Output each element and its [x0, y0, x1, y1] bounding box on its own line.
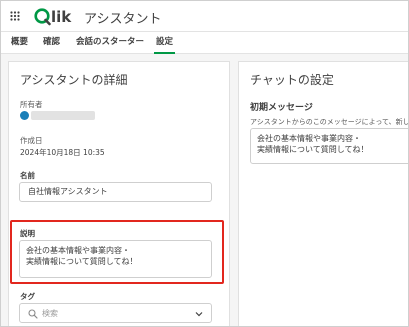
tab-settings[interactable]: 設定 — [154, 32, 176, 54]
tags-search-placeholder: 検索 — [42, 309, 58, 318]
top-bar: lik アシスタント — [1, 1, 408, 32]
app-title: アシスタント — [84, 12, 162, 27]
tags-dropdown[interactable]: 検索 — [19, 303, 212, 323]
initial-message-label: 初期メッセージ — [250, 103, 313, 113]
app-grid-icon[interactable] — [10, 11, 20, 21]
name-field[interactable]: 自社情報アシスタント — [19, 182, 212, 202]
chevron-down-icon[interactable] — [195, 310, 203, 318]
created-value: 2024年10月18日 10:35 — [20, 148, 105, 157]
details-title: アシスタントの詳細 — [20, 73, 128, 87]
description-highlight-box — [10, 220, 224, 284]
search-icon — [28, 309, 38, 319]
qlik-logo[interactable]: lik — [33, 6, 77, 26]
svg-text:lik: lik — [51, 8, 72, 26]
chat-settings-panel: チャットの設定 初期メッセージ アシスタントからのこのメッセージによって、新しい… — [238, 61, 409, 326]
assistant-details-panel: アシスタントの詳細 所有者 作成日 2024年10月18日 10:35 名前 自… — [8, 61, 230, 326]
created-label: 作成日 — [20, 136, 43, 145]
tab-overview[interactable]: 概要 — [11, 32, 28, 54]
owner-name-redacted — [31, 111, 95, 120]
initial-message-field[interactable]: 会社の基本情報や事業内容・ 実績情報について質問してね！ — [250, 128, 408, 164]
tags-label: タグ — [20, 292, 35, 301]
name-label: 名前 — [20, 171, 35, 180]
app-window: lik アシスタント 概要 確認 会話のスターター 設定 アシスタントの詳細 所… — [0, 0, 409, 327]
tab-bar: 概要 確認 会話のスターター 設定 — [1, 32, 408, 54]
tab-review[interactable]: 確認 — [43, 32, 60, 54]
tab-conversation-starters[interactable]: 会話のスターター — [76, 32, 144, 54]
initial-message-help: アシスタントからのこのメッセージによって、新しい — [250, 118, 409, 126]
owner-label: 所有者 — [20, 100, 43, 109]
chat-settings-title: チャットの設定 — [250, 73, 334, 87]
owner-avatar — [20, 111, 29, 120]
